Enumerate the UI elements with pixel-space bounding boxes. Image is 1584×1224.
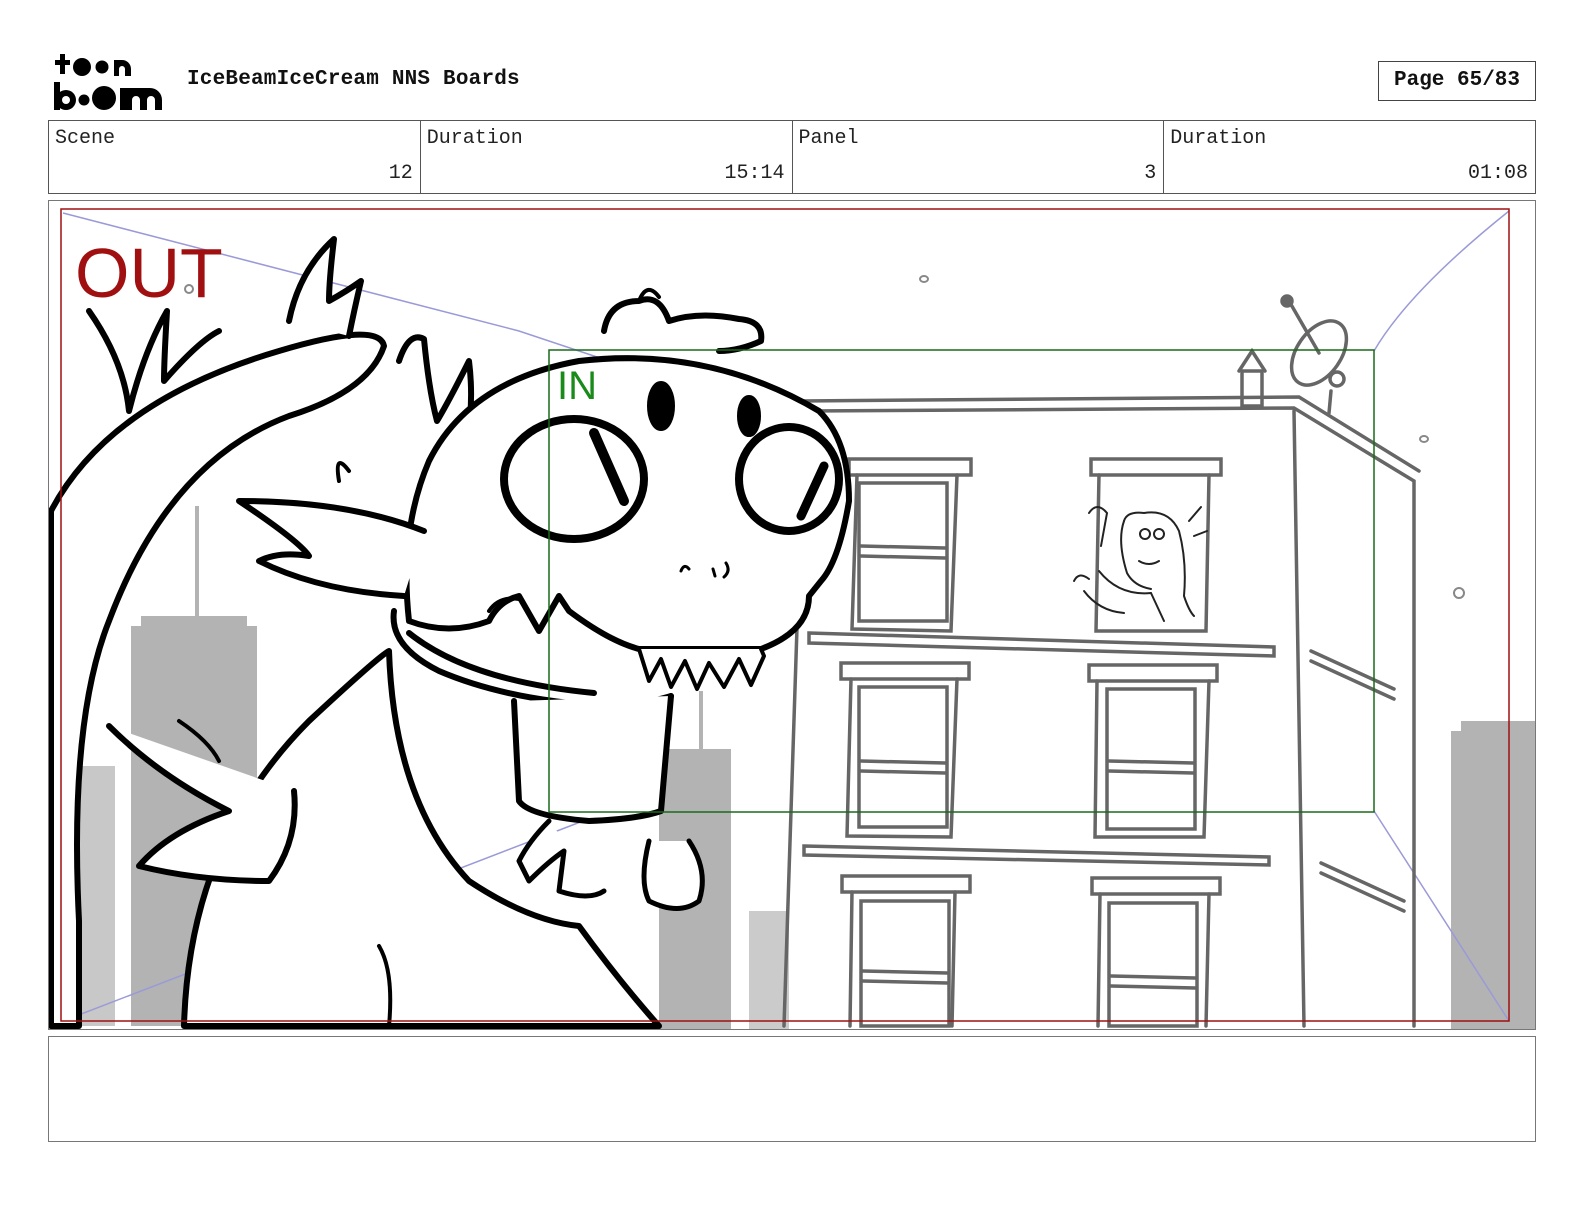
board-title: IceBeamIceCream NNS Boards [187, 68, 520, 91]
page-indicator: Page 65/83 [1378, 61, 1536, 101]
panel-duration-value: 01:08 [1467, 162, 1528, 185]
scene-label: Scene [55, 127, 116, 150]
in-label: IN [557, 364, 597, 408]
panel-notes [48, 1036, 1536, 1142]
out-label: OUT [75, 234, 223, 312]
scene-cell: Scene 12 [49, 121, 421, 193]
scene-info-row: Scene 12 Duration 15:14 Panel 3 Duration… [48, 120, 1536, 194]
storyboard-panel: OUT IN [48, 200, 1536, 1030]
panel-value: 3 [1144, 162, 1157, 185]
apartment-building [782, 294, 1421, 1028]
panel-cell: Panel 3 [793, 121, 1165, 193]
scene-duration-value: 15:14 [724, 162, 785, 185]
scene-value: 12 [388, 162, 413, 185]
panel-drawing: OUT IN [49, 208, 1535, 1029]
toon-boom-logo: toon [54, 54, 162, 110]
panel-label: Panel [798, 127, 859, 150]
panel-duration-cell: Duration 01:08 [1164, 121, 1535, 193]
window-character [1073, 506, 1208, 622]
scene-duration-label: Duration [426, 127, 523, 150]
scene-duration-cell: Duration 15:14 [421, 121, 793, 193]
panel-duration-label: Duration [1170, 127, 1267, 150]
